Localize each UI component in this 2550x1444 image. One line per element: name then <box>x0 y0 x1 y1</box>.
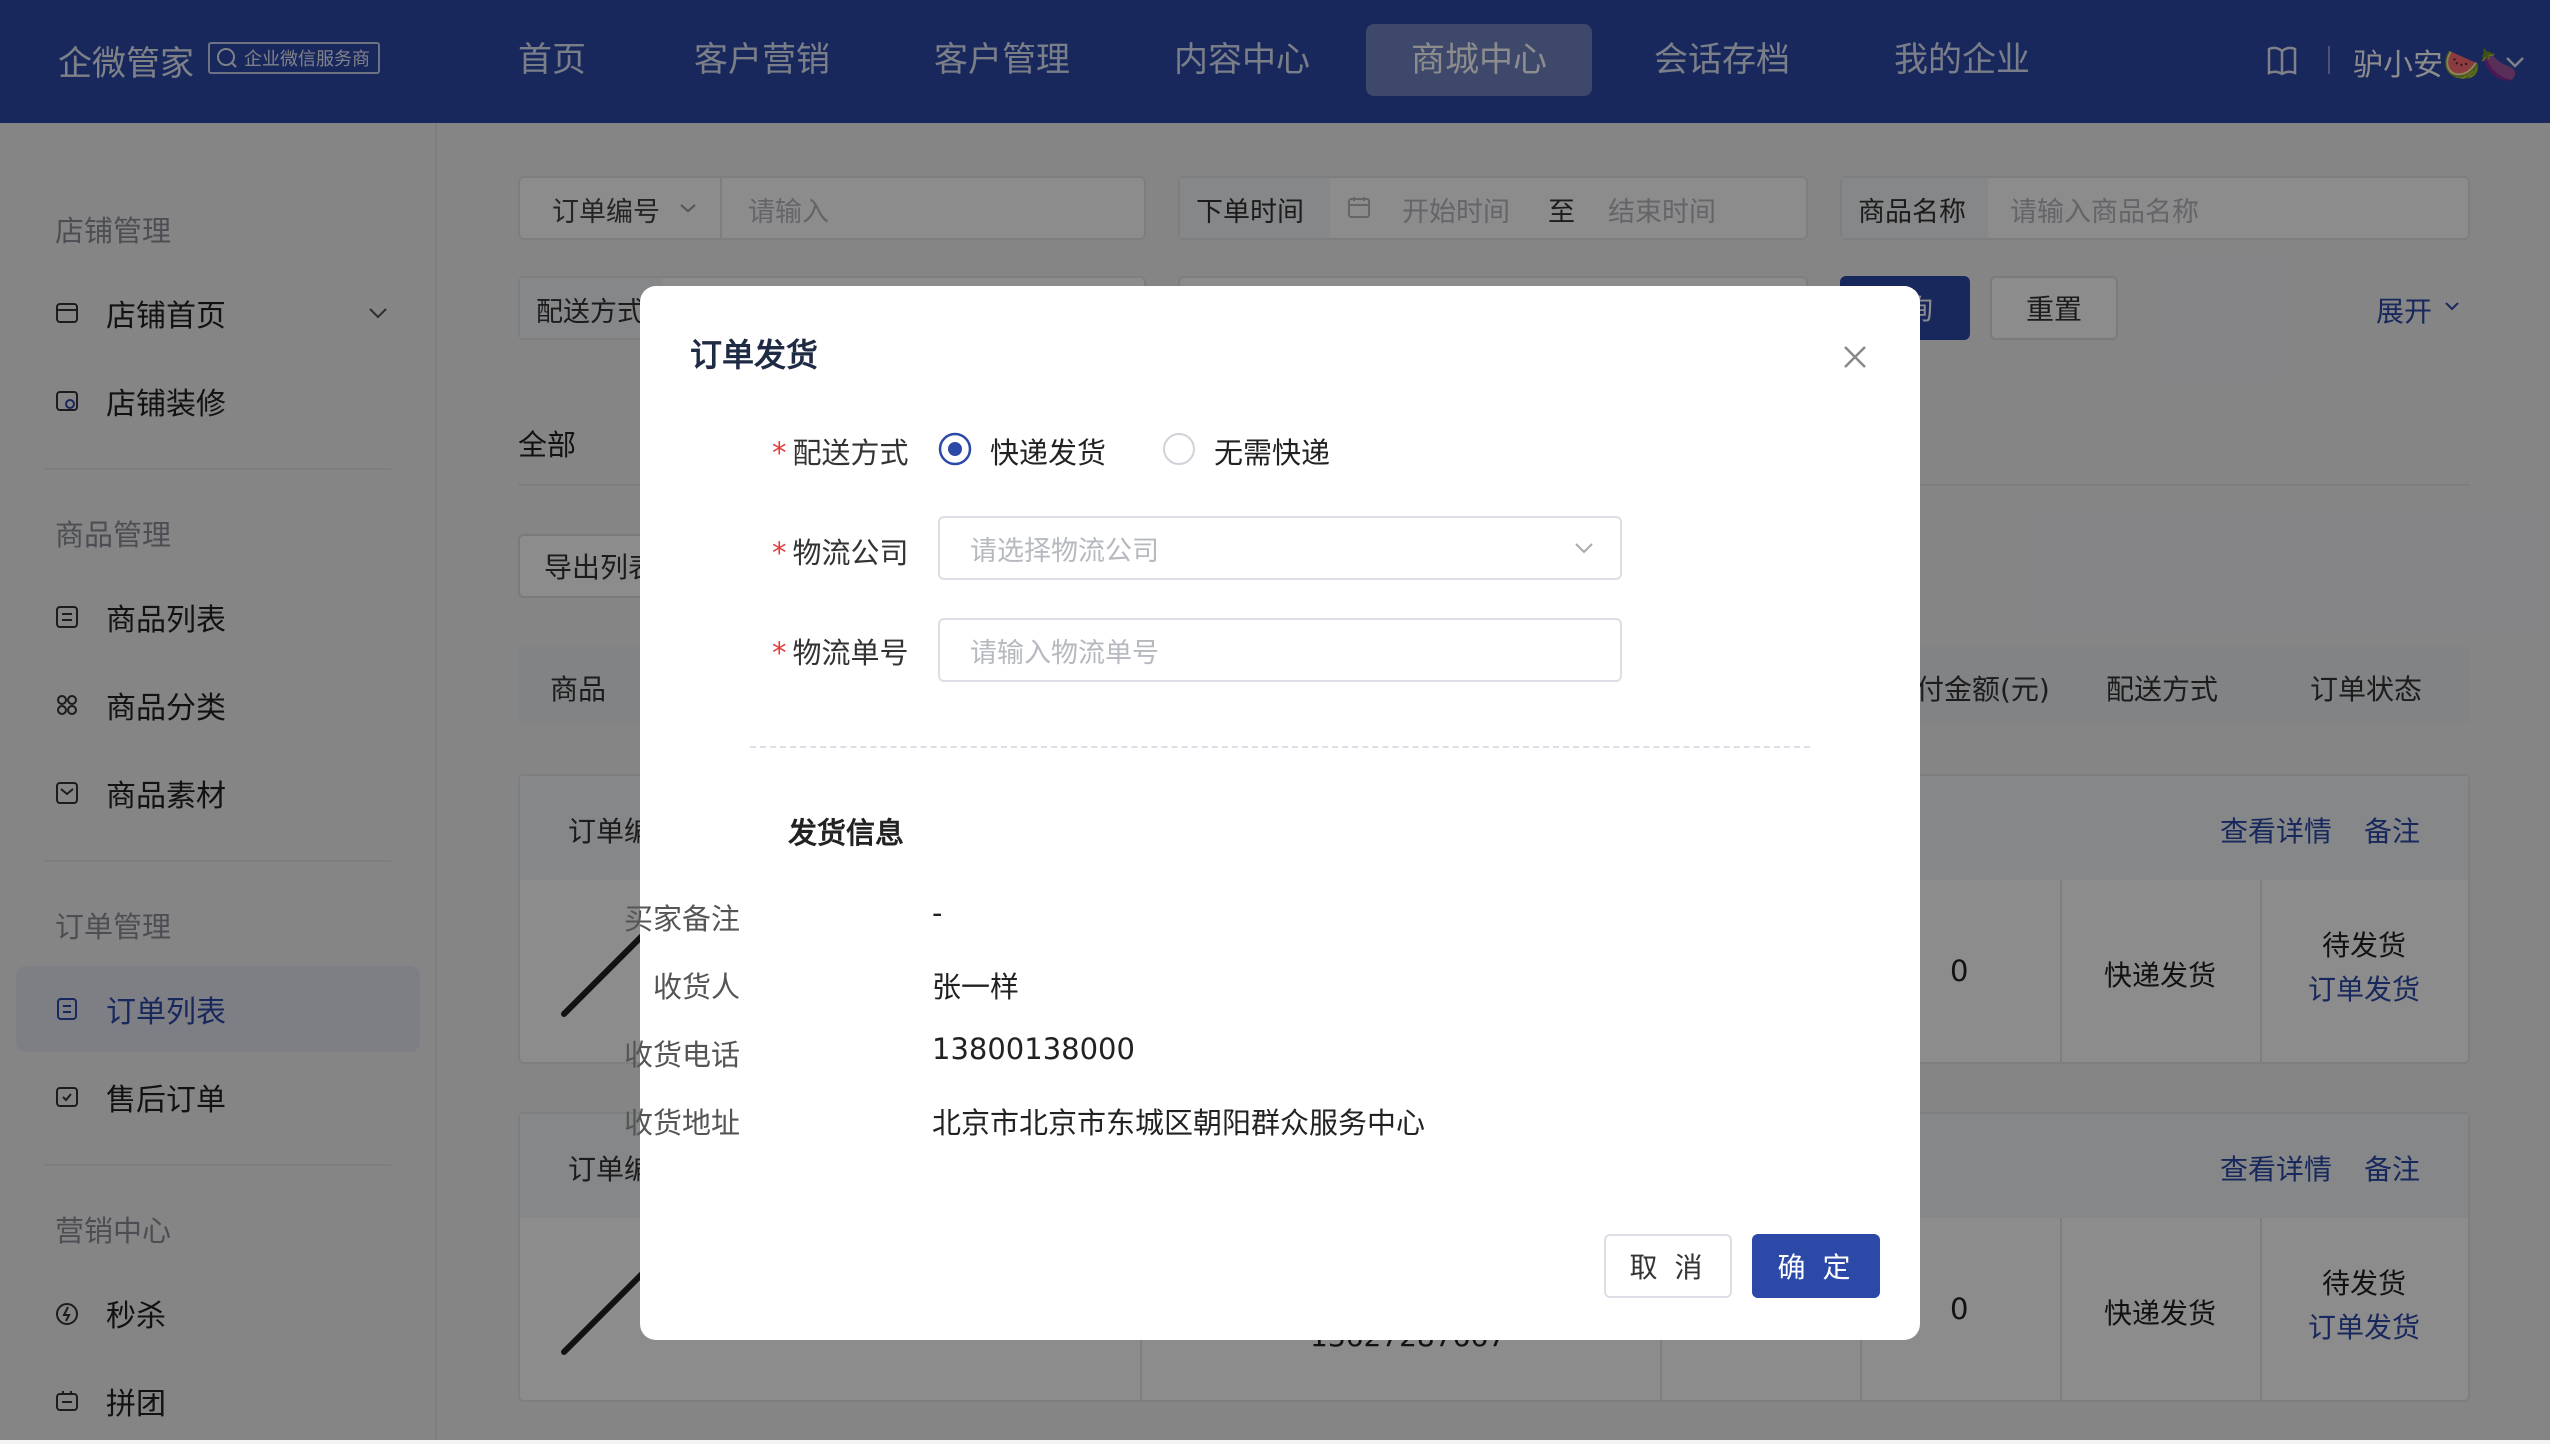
ship-order-dialog: 订单发货 * 配送方式 快递发货 无需快递 * 物流公司 请选择物流公司 * 物流单号… <box>624 286 1920 1340</box>
delivery-method-label: * 配送方式 <box>772 436 909 470</box>
chevron-down-icon[interactable] <box>1572 536 1596 560</box>
radio-no-express-label[interactable]: 无需快递 <box>1214 430 1330 472</box>
cancel-button[interactable]: 取 消 <box>1604 1234 1732 1298</box>
close-icon[interactable] <box>1842 344 1868 370</box>
radio-express-label[interactable]: 快递发货 <box>990 430 1106 472</box>
logistics-company-label: * 物流公司 <box>772 536 909 570</box>
tracking-number-label: * 物流单号 <box>772 636 909 670</box>
logistics-company-placeholder: 请选择物流公司 <box>970 535 1159 567</box>
shipping-info-title: 发货信息 <box>788 816 905 850</box>
radio-express-checked[interactable] <box>938 432 972 466</box>
tracking-number-input[interactable]: 请输入物流单号 <box>938 618 1622 682</box>
buyer-note-value: - <box>932 896 943 930</box>
confirm-button[interactable]: 确 定 <box>1752 1234 1880 1298</box>
radio-no-express[interactable] <box>1162 432 1196 466</box>
required-mark: * <box>772 636 787 670</box>
dialog-title: 订单发货 <box>690 336 819 374</box>
phone-label: 收货电话 <box>623 1038 740 1072</box>
required-mark: * <box>772 536 787 570</box>
logistics-company-select[interactable]: 请选择物流公司 <box>938 516 1622 580</box>
phone-value: 13800138000 <box>932 1032 1135 1066</box>
tracking-number-placeholder: 请输入物流单号 <box>970 637 1159 669</box>
receiver-value: 张一样 <box>932 970 1020 1004</box>
buyer-note-label: 买家备注 <box>623 902 740 936</box>
required-mark: * <box>772 436 787 470</box>
address-label: 收货地址 <box>623 1106 740 1140</box>
receiver-label: 收货人 <box>652 970 740 1004</box>
dashed-divider <box>750 746 1810 748</box>
address-value: 北京市北京市东城区朝阳群众服务中心 <box>932 1106 1426 1140</box>
